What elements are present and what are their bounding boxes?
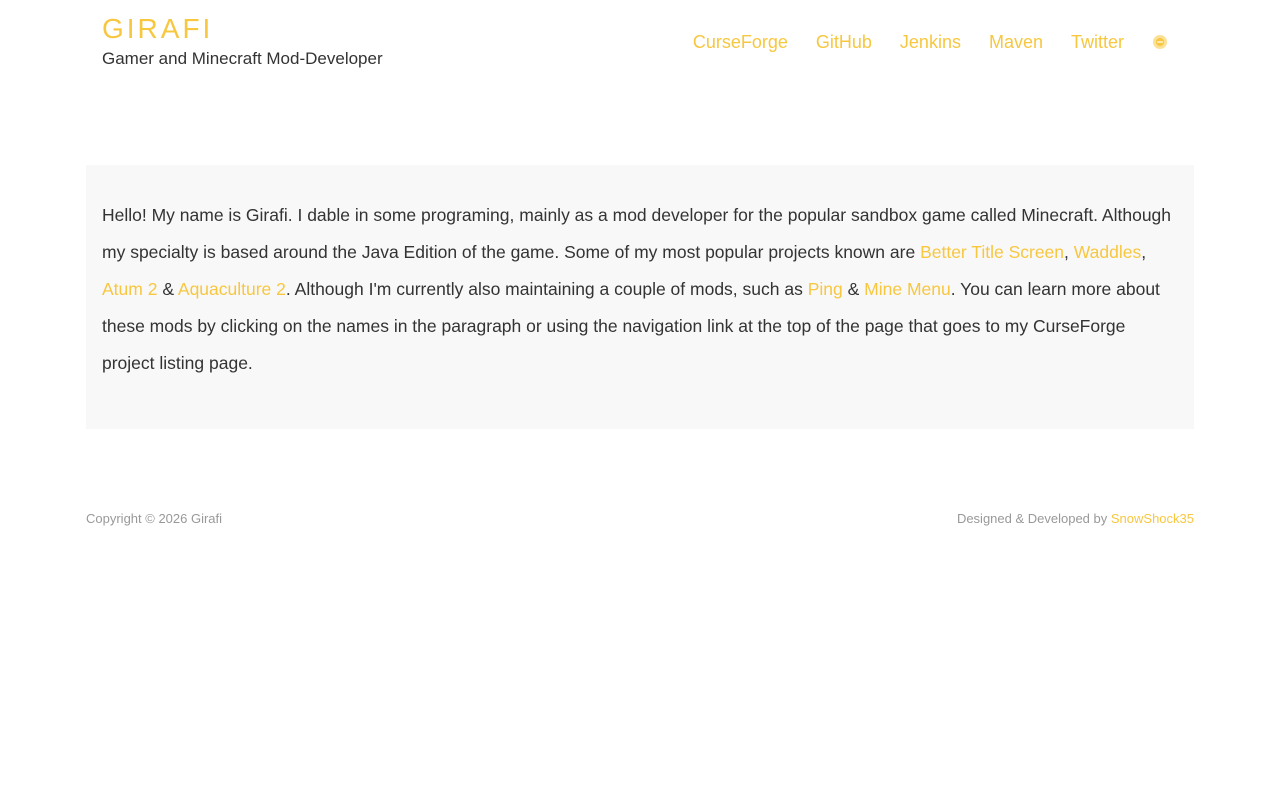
intro-sep-2: , (1141, 242, 1147, 262)
nav-link-curseforge[interactable]: CurseForge (693, 30, 788, 54)
link-atum-2[interactable]: Atum 2 (102, 279, 157, 299)
link-ping[interactable]: Ping (808, 279, 843, 299)
intro-panel: Hello! My name is Girafi. I dable in som… (86, 165, 1194, 429)
designer-link[interactable]: SnowShock35 (1111, 511, 1194, 526)
link-better-title-screen[interactable]: Better Title Screen (920, 242, 1064, 262)
intro-text-2: . Although I'm currently also maintainin… (285, 279, 808, 299)
main-nav: CurseForge GitHub Jenkins Maven Twitter (693, 30, 1168, 54)
site-header: GIRAFI Gamer and Minecraft Mod-Developer… (0, 0, 1280, 100)
intro-sep-3: & (157, 279, 178, 299)
link-waddles[interactable]: Waddles (1074, 242, 1141, 262)
theme-toggle-button[interactable] (1152, 34, 1168, 50)
site-title-link[interactable]: GIRAFI (102, 12, 383, 46)
link-mine-menu[interactable]: Mine Menu (864, 279, 951, 299)
nav-link-github[interactable]: GitHub (816, 30, 872, 54)
nav-link-maven[interactable]: Maven (989, 30, 1043, 54)
credits-text: Designed & Developed by (956, 511, 1111, 526)
link-aquaculture-2[interactable]: Aquaculture 2 (178, 279, 286, 299)
copyright-text: Copyright © 2026 Girafi (86, 511, 223, 526)
nav-link-twitter[interactable]: Twitter (1071, 30, 1124, 54)
credits: Designed & Developed by SnowShock35 (957, 510, 1194, 528)
intro-sep-1: , (1064, 242, 1074, 262)
intro-paragraph: Hello! My name is Girafi. I dable in som… (102, 197, 1178, 382)
theme-toggle-icon (1153, 35, 1167, 49)
nav-link-jenkins[interactable]: Jenkins (900, 30, 961, 54)
intro-sep-4: & (842, 279, 865, 299)
site-tagline: Gamer and Minecraft Mod-Developer (102, 49, 383, 68)
brand: GIRAFI Gamer and Minecraft Mod-Developer (102, 12, 383, 70)
